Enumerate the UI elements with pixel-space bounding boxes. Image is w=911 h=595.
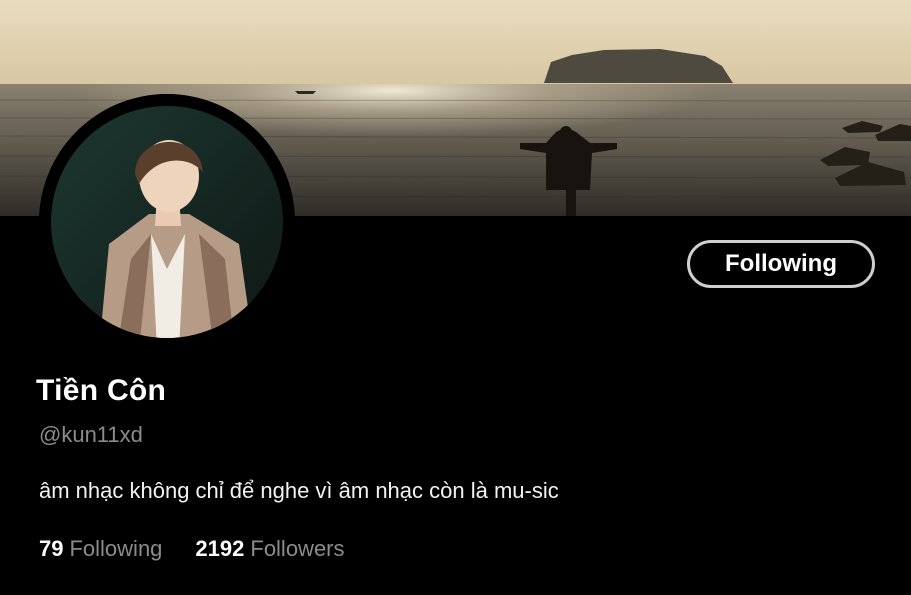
user-handle: @kun11xd <box>39 422 143 447</box>
following-count: 79 <box>39 536 64 561</box>
avatar[interactable] <box>39 94 295 350</box>
followers-count: 2192 <box>195 536 245 561</box>
profile-card: Following Tiền Côn @kun11xd âm nhạc khôn… <box>0 0 911 595</box>
avatar-photo <box>39 94 295 350</box>
following-label: Following <box>69 536 163 561</box>
display-name: Tiền Côn <box>36 374 167 407</box>
followers-label: Followers <box>250 536 345 561</box>
follow-stats: 79 Following 2192 Followers <box>39 536 345 562</box>
followers-count-link[interactable]: 2192 Followers <box>195 536 344 562</box>
following-button[interactable]: Following <box>687 240 875 288</box>
following-count-link[interactable]: 79 Following <box>39 536 162 562</box>
profile-bio: âm nhạc không chỉ để nghe vì âm nhạc còn… <box>39 478 559 503</box>
